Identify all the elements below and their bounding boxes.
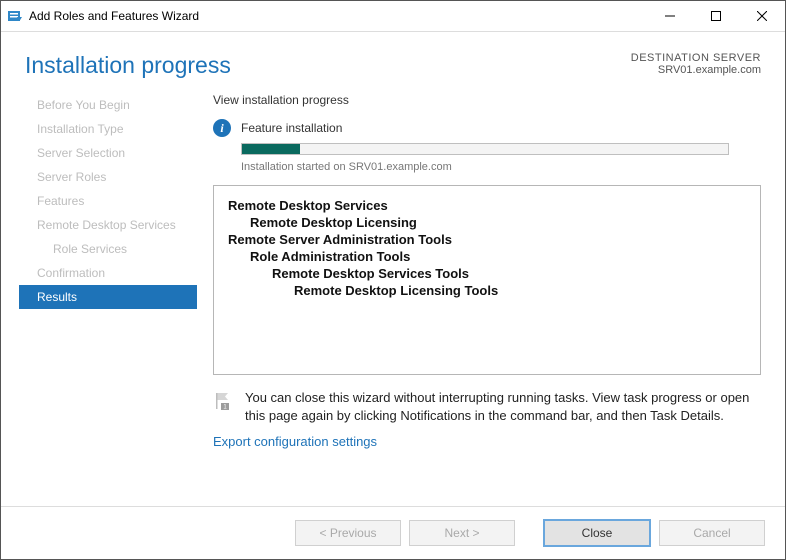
- cancel-button: Cancel: [659, 520, 765, 546]
- list-item: Role Administration Tools: [250, 249, 746, 264]
- progress-bar-wrap: [241, 143, 761, 155]
- footer: < Previous Next > Close Cancel: [1, 506, 785, 559]
- list-item: Remote Desktop Services Tools: [272, 266, 746, 281]
- note-row: 1 You can close this wizard without inte…: [213, 389, 761, 424]
- previous-button: < Previous: [295, 520, 401, 546]
- progress-subtext: Installation started on SRV01.example.co…: [241, 161, 761, 173]
- window-title: Add Roles and Features Wizard: [29, 9, 199, 23]
- page-title: Installation progress: [25, 52, 631, 79]
- flag-icon: 1: [213, 391, 233, 411]
- list-item: Remote Desktop Services: [228, 198, 746, 213]
- list-item: Remote Server Administration Tools: [228, 232, 746, 247]
- progress-fill: [242, 144, 300, 154]
- destination-value: SRV01.example.com: [631, 64, 761, 76]
- step-remote-desktop-services: Remote Desktop Services: [19, 213, 197, 237]
- titlebar: Add Roles and Features Wizard: [1, 1, 785, 32]
- installation-list[interactable]: Remote Desktop Services Remote Desktop L…: [213, 185, 761, 375]
- step-before-you-begin: Before You Begin: [19, 93, 197, 117]
- step-role-services: Role Services: [19, 237, 197, 261]
- next-button: Next >: [409, 520, 515, 546]
- destination-server: DESTINATION SERVER SRV01.example.com: [631, 52, 761, 76]
- status-label: Feature installation: [241, 121, 342, 135]
- step-features: Features: [19, 189, 197, 213]
- step-confirmation: Confirmation: [19, 261, 197, 285]
- list-item: Remote Desktop Licensing Tools: [294, 283, 746, 298]
- maximize-button[interactable]: [693, 1, 739, 31]
- step-results[interactable]: Results: [19, 285, 197, 309]
- close-button[interactable]: Close: [543, 519, 651, 547]
- app-icon: [7, 8, 23, 24]
- progress-bar: [241, 143, 729, 155]
- status-row: i Feature installation: [213, 119, 761, 137]
- body: Before You Begin Installation Type Serve…: [1, 89, 785, 506]
- main-panel: View installation progress i Feature ins…: [197, 89, 761, 506]
- export-settings-link[interactable]: Export configuration settings: [213, 434, 761, 449]
- minimize-button[interactable]: [647, 1, 693, 31]
- info-icon: i: [213, 119, 231, 137]
- wizard-window: Add Roles and Features Wizard Installati…: [0, 0, 786, 560]
- step-server-roles: Server Roles: [19, 165, 197, 189]
- header: Installation progress DESTINATION SERVER…: [1, 32, 785, 89]
- list-item: Remote Desktop Licensing: [250, 215, 746, 230]
- main-heading: View installation progress: [213, 93, 761, 107]
- sidebar: Before You Begin Installation Type Serve…: [19, 89, 197, 506]
- note-text: You can close this wizard without interr…: [245, 389, 761, 424]
- close-window-button[interactable]: [739, 1, 785, 31]
- destination-label: DESTINATION SERVER: [631, 52, 761, 64]
- step-server-selection: Server Selection: [19, 141, 197, 165]
- step-installation-type: Installation Type: [19, 117, 197, 141]
